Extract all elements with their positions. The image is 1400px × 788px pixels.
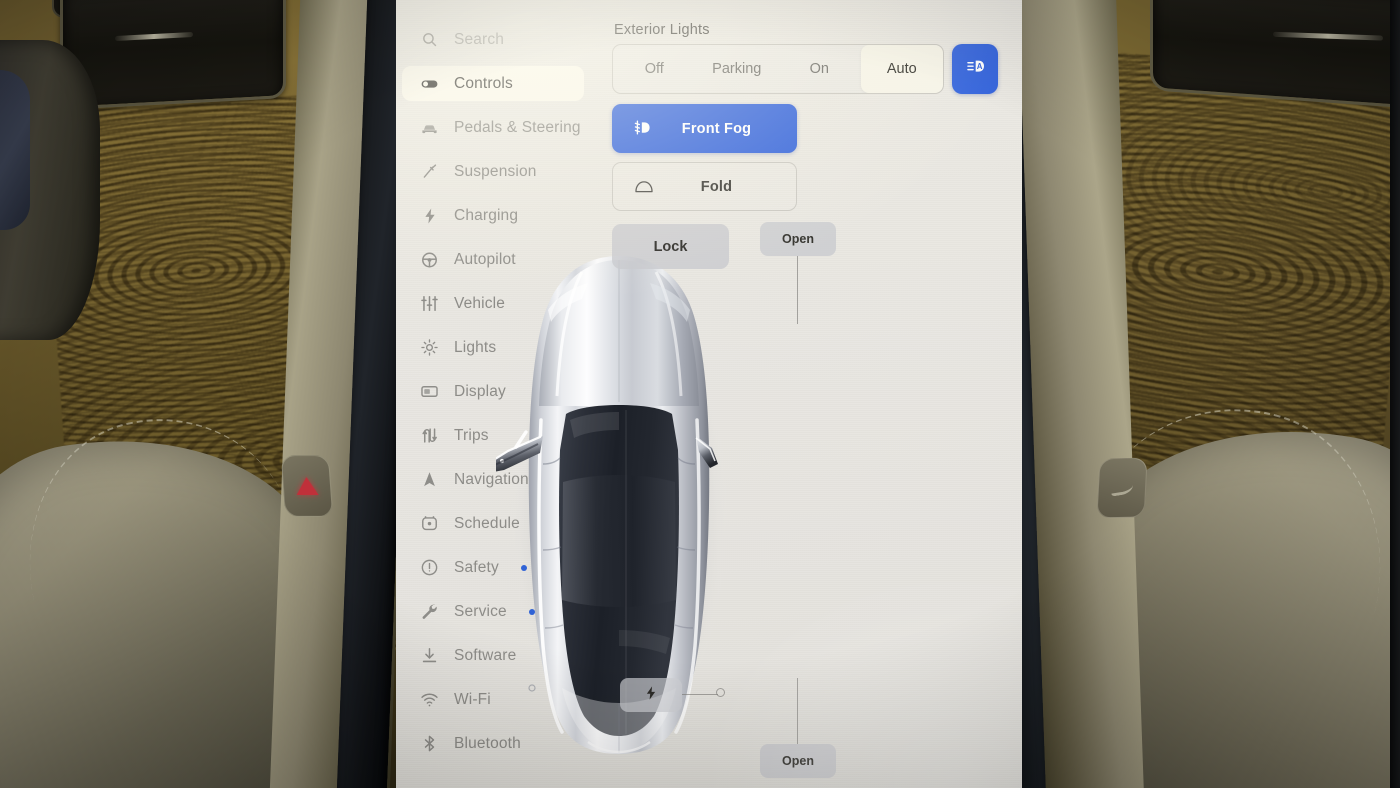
navigation-icon	[420, 470, 439, 489]
screenshot-root: Search Controls Pedals & Steering Suspen…	[0, 0, 1400, 788]
info-icon	[420, 558, 439, 577]
clock-icon	[420, 514, 439, 533]
lights-option-off[interactable]: Off	[613, 45, 696, 93]
trips-icon	[420, 426, 439, 445]
charge-port-button[interactable]	[620, 678, 682, 712]
service-notification-dot	[528, 608, 535, 615]
sidebar-item-label: Display	[454, 382, 506, 400]
wifi-icon	[420, 690, 439, 709]
sidebar-item-bluetooth[interactable]: Bluetooth	[402, 726, 584, 761]
sidebar-item-display[interactable]: Display	[402, 374, 584, 409]
sidebar-item-search[interactable]: Search	[402, 22, 584, 57]
bolt-icon	[420, 206, 439, 225]
display-icon	[420, 382, 439, 401]
hazard-triangle-icon	[295, 477, 319, 495]
shock-icon	[420, 162, 439, 181]
sidebar-item-label: Search	[454, 30, 505, 48]
sidebar-item-label: Software	[454, 646, 517, 664]
left-door-panel	[0, 0, 400, 788]
sidebar-item-label: Suspension	[454, 162, 537, 180]
frunk-open-button[interactable]: Open	[760, 222, 836, 256]
tesla-touchscreen[interactable]: Search Controls Pedals & Steering Suspen…	[396, 0, 1022, 788]
right-door-panel	[1010, 0, 1400, 788]
sidebar-item-vehicle[interactable]: Vehicle	[402, 286, 584, 321]
sidebar-item-label: Controls	[454, 74, 513, 92]
sidebar-item-charging[interactable]: Charging	[402, 198, 584, 233]
sidebar-item-label: Navigation	[454, 470, 529, 488]
sidebar-item-controls[interactable]: Controls	[402, 66, 584, 101]
sidebar-item-safety[interactable]: Safety	[402, 550, 584, 585]
sidebar-item-suspension[interactable]: Suspension	[402, 154, 584, 189]
sidebar-item-trips[interactable]: Trips	[402, 418, 584, 453]
sidebar-item-label: Autopilot	[454, 250, 516, 268]
mirrors-fold-label: Fold	[700, 178, 733, 195]
sidebar-item-service[interactable]: Service	[402, 594, 584, 629]
search-icon	[420, 30, 439, 49]
hazard-warning-button[interactable]	[280, 455, 334, 517]
sidebar-item-autopilot[interactable]: Autopilot	[402, 242, 584, 277]
sidebar-item-label: Lights	[454, 338, 497, 356]
window-edge-right	[1390, 0, 1400, 788]
sidebar-item-software[interactable]: Software	[402, 638, 584, 673]
front-fog-button[interactable]: Front Fog	[612, 104, 797, 153]
trunk-leader-line	[797, 678, 798, 744]
exterior-lights-segmented-control[interactable]: Off Parking On Auto	[612, 44, 944, 94]
trunk-open-button[interactable]: Open	[760, 744, 836, 778]
controls-sidebar[interactable]: Search Controls Pedals & Steering Suspen…	[396, 22, 592, 770]
mirror-icon	[625, 178, 663, 196]
auto-headlight-toggle-button[interactable]: A	[952, 44, 998, 94]
sidebar-item-label: Pedals & Steering	[454, 118, 581, 136]
toggle-icon	[420, 74, 439, 93]
window-left	[0, 70, 30, 230]
sliders-icon	[420, 294, 439, 313]
sidebar-item-navigation[interactable]: Navigation	[402, 462, 584, 497]
sidebar-item-label: Safety	[454, 558, 499, 576]
safety-notification-dot	[520, 564, 527, 571]
fog-light-icon	[624, 118, 662, 140]
front-fog-label: Front Fog	[681, 120, 752, 137]
charge-port-leader-line	[682, 694, 718, 695]
exterior-lights-title: Exterior Lights	[614, 22, 710, 38]
mirrors-fold-button[interactable]: Fold	[612, 162, 797, 211]
steering-icon	[420, 250, 439, 269]
sidebar-item-label: Charging	[454, 206, 519, 224]
charge-port-node	[716, 688, 725, 697]
lights-option-auto[interactable]: Auto	[860, 45, 943, 93]
sidebar-item-lights[interactable]: Lights	[402, 330, 584, 365]
controls-main-pane: Exterior Lights Off Parking On Auto A Fr…	[592, 0, 1022, 788]
bluetooth-icon	[420, 734, 439, 753]
sidebar-item-schedule[interactable]: Schedule	[402, 506, 584, 541]
svg-text:A: A	[977, 62, 983, 71]
lights-option-on[interactable]: On	[778, 45, 861, 93]
download-icon	[420, 646, 439, 665]
car-front-icon	[420, 118, 439, 137]
sidebar-item-label: Schedule	[454, 514, 520, 532]
sidebar-item-pedals-steering[interactable]: Pedals & Steering	[402, 110, 584, 145]
sidebar-item-label: Vehicle	[454, 294, 506, 312]
door-release-icon	[1110, 479, 1134, 497]
auto-headlight-icon: A	[963, 55, 987, 84]
sidebar-item-label: Wi-Fi	[454, 690, 491, 708]
sun-icon	[420, 338, 439, 357]
lights-option-parking[interactable]: Parking	[696, 45, 779, 93]
sidebar-item-label: Bluetooth	[454, 734, 521, 752]
sidebar-item-label: Trips	[454, 426, 489, 444]
door-release-button[interactable]	[1096, 457, 1148, 519]
lock-button[interactable]: Lock	[612, 224, 729, 269]
sidebar-item-wifi[interactable]: Wi-Fi	[402, 682, 584, 717]
bolt-icon	[643, 685, 659, 706]
frunk-leader-line	[797, 256, 798, 324]
wrench-icon	[420, 602, 439, 621]
sidebar-item-label: Service	[454, 602, 507, 620]
